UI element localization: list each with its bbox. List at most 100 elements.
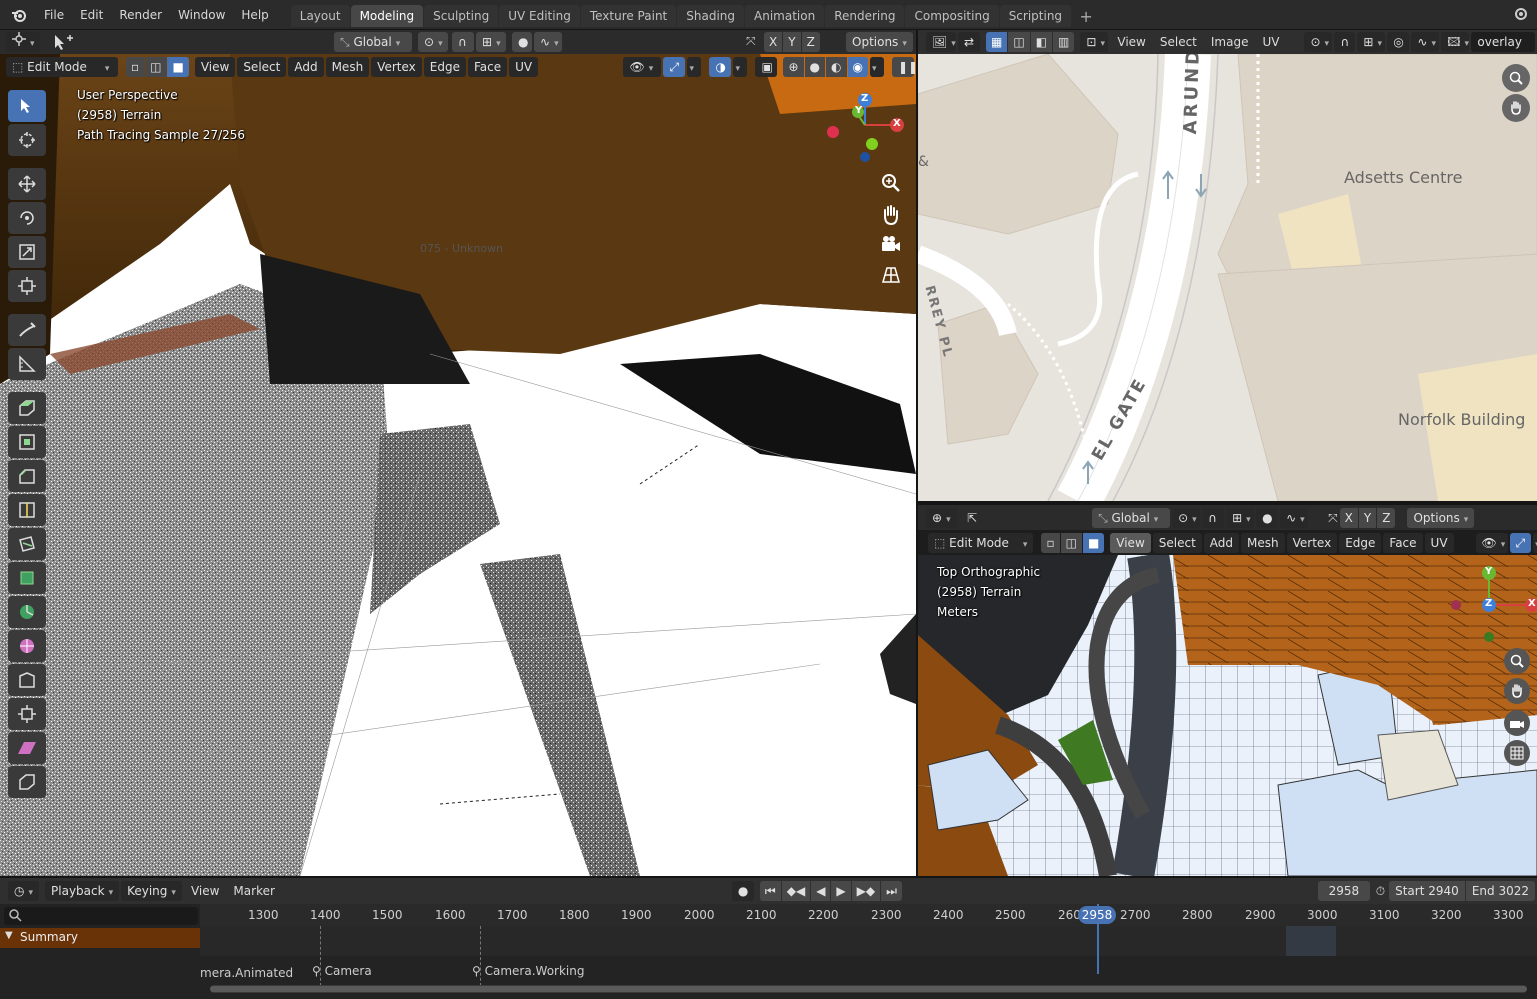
- tool-cursor[interactable]: [8, 124, 46, 156]
- jump-end-icon[interactable]: ⏭: [881, 881, 902, 901]
- timeline-body[interactable]: ▼ Summary 1300 1400 1500 1600 1700 1800 …: [0, 904, 1537, 999]
- viewport2-zoom-icon[interactable]: [1504, 648, 1530, 674]
- viewport2-falloff-icon[interactable]: ∿ ▾: [1280, 507, 1309, 528]
- face-select-icon[interactable]: ■: [167, 57, 189, 77]
- viewport2-menu-uv[interactable]: UV: [1424, 532, 1454, 553]
- tab-modeling[interactable]: Modeling: [350, 4, 424, 27]
- uv-pivot-icon[interactable]: ⊙ ▾: [1304, 32, 1333, 52]
- viewport2-visibility-icon[interactable]: 👁 ▾: [1475, 532, 1508, 553]
- overlay-toggle-icon[interactable]: ◑: [709, 57, 732, 77]
- keyframe-track[interactable]: [200, 926, 1537, 986]
- tool-poly-build[interactable]: [8, 562, 46, 594]
- proportional-falloff-icon[interactable]: ∿ ▾: [534, 32, 562, 52]
- mirror-z-toggle[interactable]: Z: [801, 32, 820, 52]
- mirror-y-toggle[interactable]: Y: [783, 32, 801, 52]
- transform-orientation-select[interactable]: ⤡ Global ▾: [334, 32, 412, 52]
- viewport2-snap-icon[interactable]: ∩: [1202, 507, 1225, 528]
- next-keyframe-icon[interactable]: ▶◆: [851, 881, 881, 901]
- menu-window[interactable]: Window: [170, 4, 233, 26]
- zoom-magnifier-icon[interactable]: [880, 172, 902, 197]
- tool-select-box[interactable]: [8, 90, 46, 122]
- menu-help[interactable]: Help: [233, 4, 276, 26]
- viewport2-menu-select[interactable]: Select: [1152, 532, 1202, 553]
- uv-face-mode-icon[interactable]: ◧: [1030, 32, 1053, 52]
- viewport2-menu-view[interactable]: View: [1110, 532, 1151, 553]
- uv-island-mode-icon[interactable]: ▥: [1053, 32, 1075, 52]
- scene-icon[interactable]: [1513, 6, 1529, 25]
- tab-texture-paint[interactable]: Texture Paint: [580, 4, 677, 27]
- visibility-eye-icon[interactable]: 👁 ▾: [623, 57, 662, 77]
- menu-face[interactable]: Face: [467, 57, 508, 77]
- preview-range-clock-icon[interactable]: ⏱: [1372, 881, 1389, 901]
- viewport2-mirror-z[interactable]: Z: [1377, 507, 1396, 528]
- area-divider-vertical[interactable]: [916, 30, 918, 878]
- rendered-shading-icon[interactable]: ◉: [847, 57, 868, 77]
- viewport2-menu-vertex[interactable]: Vertex: [1286, 532, 1338, 553]
- viewport2-mirror-x[interactable]: X: [1339, 507, 1358, 528]
- menu-view[interactable]: View: [194, 57, 236, 77]
- jump-start-icon[interactable]: ⏮: [759, 881, 781, 901]
- gizmo-dropdown-icon[interactable]: ▾: [687, 57, 702, 77]
- tab-uv-editing[interactable]: UV Editing: [499, 4, 580, 27]
- tool-annotate[interactable]: [8, 314, 46, 346]
- uv-proportional-icon[interactable]: ◎: [1387, 32, 1410, 52]
- viewport2-select-tool-icon[interactable]: ⇱: [960, 508, 984, 528]
- uv-sync-icon[interactable]: ⇄: [958, 32, 980, 52]
- mode-select[interactable]: ⬚ Edit Mode ▾: [6, 57, 118, 77]
- tab-sculpting[interactable]: Sculpting: [424, 4, 499, 27]
- solid-shading-icon[interactable]: ●: [804, 57, 826, 77]
- viewport2-mode-select[interactable]: ⬚ Edit Mode ▾: [928, 532, 1034, 553]
- tool-inset[interactable]: [8, 426, 46, 458]
- tool-transform[interactable]: [8, 270, 46, 302]
- main-3d-viewport[interactable]: User Perspective (2958) Terrain Path Tra…: [0, 54, 916, 876]
- menu-add[interactable]: Add: [288, 57, 324, 77]
- tool-scale[interactable]: [8, 236, 46, 268]
- tool-shear[interactable]: [8, 732, 46, 764]
- tab-shading[interactable]: Shading: [677, 4, 744, 27]
- tool-smooth[interactable]: [8, 630, 46, 662]
- blender-logo-icon[interactable]: [10, 6, 28, 24]
- mirror-x-toggle[interactable]: X: [764, 32, 783, 52]
- marker-camera[interactable]: ⚲ Camera: [312, 964, 372, 978]
- tool-knife[interactable]: [8, 528, 46, 560]
- snap-magnet-icon[interactable]: ∩: [452, 32, 474, 52]
- current-frame-field[interactable]: 2958: [1317, 881, 1370, 901]
- shading-dropdown-icon[interactable]: ▾: [870, 57, 884, 77]
- tool-loop-cut[interactable]: [8, 494, 46, 526]
- viewport2-vertex-select-icon[interactable]: ▫: [1041, 532, 1060, 553]
- timeline-editor-type-icon[interactable]: ◷ ▾: [8, 881, 40, 901]
- summary-expand-icon[interactable]: ▼: [5, 930, 13, 941]
- tool-edge-slide[interactable]: [8, 664, 46, 696]
- viewport2-menu-edge[interactable]: Edge: [1339, 532, 1382, 553]
- play-icon[interactable]: ▶: [831, 881, 851, 901]
- tab-animation[interactable]: Animation: [745, 4, 825, 27]
- menu-file[interactable]: File: [36, 4, 72, 26]
- select-tool-cursor-icon[interactable]: [52, 33, 74, 54]
- image-zoom-icon[interactable]: [1502, 64, 1530, 92]
- timeline-menu-keying[interactable]: Keying ▾: [121, 881, 182, 901]
- scrollbar-thumb[interactable]: [210, 986, 1527, 992]
- viewport2-grid-icon[interactable]: [1504, 740, 1530, 766]
- navigation-gizmo[interactable]: Z X Y: [820, 90, 910, 180]
- menu-uv[interactable]: UV: [509, 57, 539, 77]
- tab-compositing[interactable]: Compositing: [905, 4, 999, 27]
- viewport2-gizmo-toggle-icon[interactable]: ⤢: [1509, 532, 1532, 553]
- timeline-menu-marker[interactable]: Marker: [226, 881, 281, 901]
- menu-edge[interactable]: Edge: [423, 57, 466, 77]
- tool-spin[interactable]: [8, 596, 46, 628]
- marker-camera-animated[interactable]: mera.Animated: [200, 966, 293, 980]
- uv-vertex-mode-icon[interactable]: ▦: [986, 32, 1008, 52]
- image-menu-select[interactable]: Select: [1153, 32, 1204, 52]
- perspective-grid-icon[interactable]: [880, 264, 902, 289]
- image-menu-image[interactable]: Image: [1204, 32, 1256, 52]
- image-menu-uv[interactable]: UV: [1255, 32, 1286, 52]
- viewport2-edge-select-icon[interactable]: ◫: [1060, 532, 1082, 553]
- timeline-menu-view[interactable]: View: [184, 881, 226, 901]
- tool-measure[interactable]: [8, 348, 46, 380]
- viewport2-3d-area[interactable]: Top Orthographic (2958) Terrain Meters Y…: [918, 555, 1537, 876]
- play-reverse-icon[interactable]: ◀: [811, 881, 831, 901]
- image-pan-hand-icon[interactable]: [1502, 94, 1530, 122]
- viewport2-mirror-y[interactable]: Y: [1358, 507, 1377, 528]
- viewport2-gizmo-dropdown-icon[interactable]: ▾: [1533, 532, 1537, 553]
- tab-scripting[interactable]: Scripting: [999, 4, 1072, 27]
